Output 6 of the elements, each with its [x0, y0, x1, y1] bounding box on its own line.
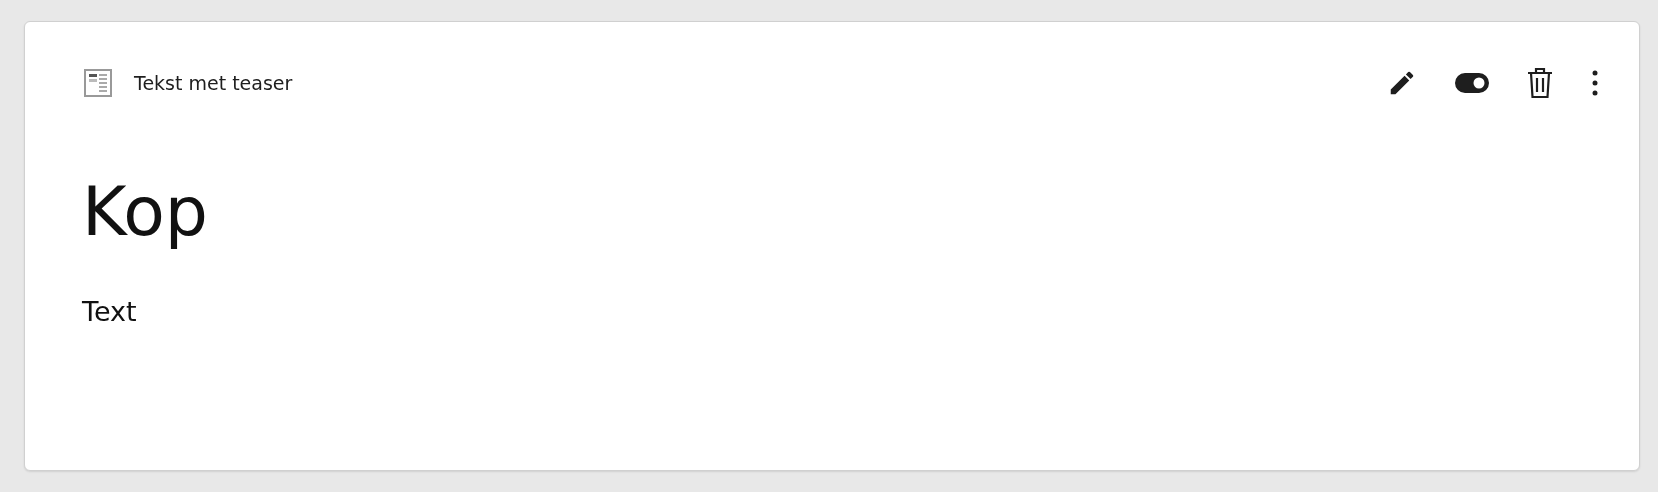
element-type-label: Tekst met teaser: [134, 72, 293, 94]
visibility-toggle[interactable]: [1455, 73, 1489, 93]
delete-button[interactable]: [1527, 67, 1553, 99]
text-layout-icon: [84, 69, 112, 97]
more-options-button[interactable]: [1591, 69, 1599, 97]
content-text: Text: [82, 296, 138, 327]
